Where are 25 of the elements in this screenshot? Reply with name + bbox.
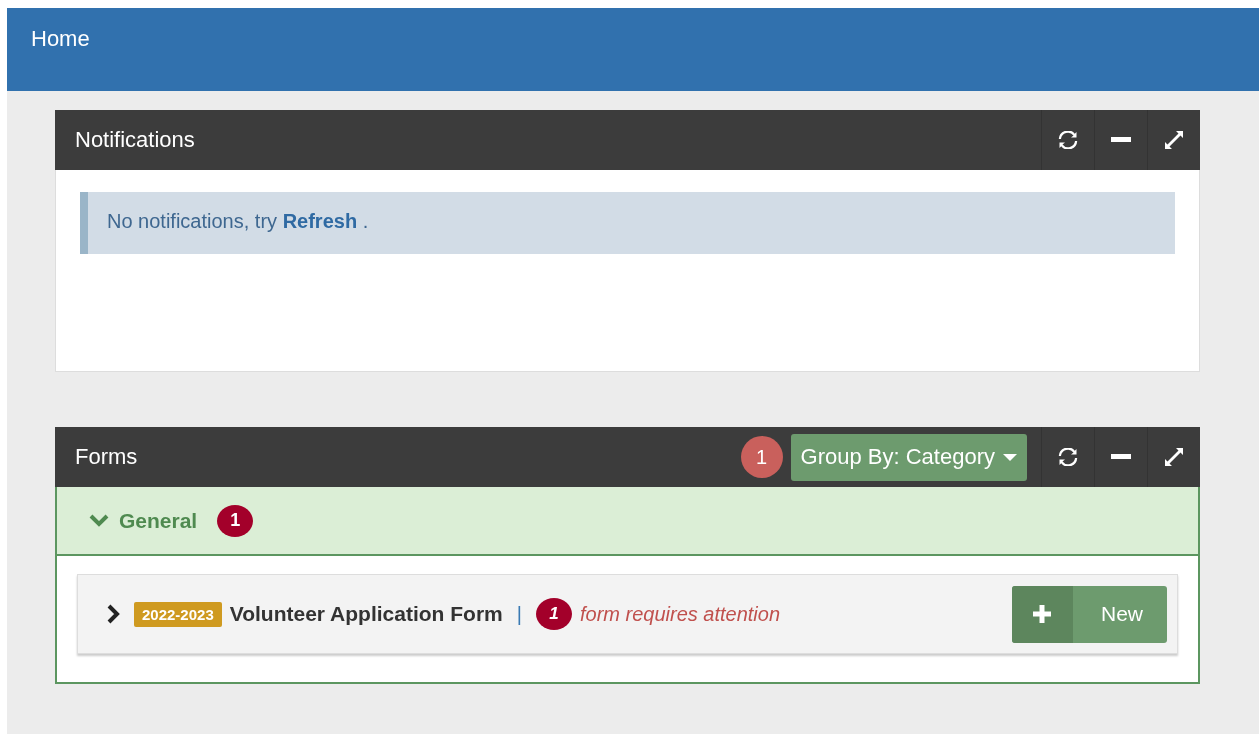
minimize-icon bbox=[1111, 454, 1131, 460]
panel-title: Forms bbox=[74, 444, 139, 470]
chevron-down-icon bbox=[89, 513, 109, 528]
separator: | bbox=[516, 602, 522, 626]
expand-icon bbox=[1164, 130, 1184, 150]
plus-icon bbox=[1033, 605, 1052, 623]
attention-note: form requires attention bbox=[579, 602, 782, 626]
home-link[interactable]: Home bbox=[31, 26, 90, 52]
group-by-dropdown[interactable]: Group By: Category bbox=[790, 433, 1027, 481]
group-header[interactable]: General 1 bbox=[57, 487, 1198, 556]
caret-icon bbox=[1003, 453, 1017, 461]
refresh-icon bbox=[1058, 448, 1078, 466]
count-badge: 1 bbox=[217, 504, 254, 537]
info-message: No notifications, try Refresh . bbox=[80, 192, 1175, 254]
panel-title: Notifications bbox=[74, 127, 196, 153]
new-button[interactable]: New bbox=[1012, 585, 1167, 643]
group-name: General bbox=[119, 508, 198, 533]
count-badge: 1 bbox=[535, 598, 572, 630]
year-tag: 2022-2023 bbox=[134, 601, 222, 627]
chevron-right-icon bbox=[106, 604, 120, 624]
minimize-icon bbox=[1111, 137, 1131, 143]
count-badge: 1 bbox=[740, 436, 783, 478]
refresh-icon bbox=[1058, 131, 1078, 149]
expand-icon bbox=[1164, 447, 1184, 467]
form-name: Volunteer Application Form bbox=[229, 602, 503, 626]
